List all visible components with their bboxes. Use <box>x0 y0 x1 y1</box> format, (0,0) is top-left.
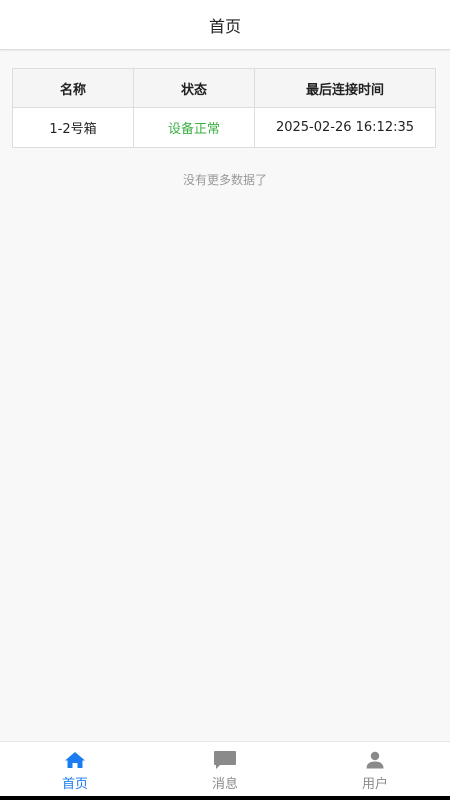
column-header-name: 名称 <box>13 69 134 108</box>
table-row[interactable]: 1-2号箱 设备正常 2025-02-26 16:12:35 <box>13 108 435 147</box>
tab-user[interactable]: 用户 <box>300 742 450 800</box>
table-header-row: 名称 状态 最后连接时间 <box>13 69 435 108</box>
cell-last-connect-time: 2025-02-26 16:12:35 <box>255 108 435 147</box>
message-icon <box>213 750 237 770</box>
tab-messages-label: 消息 <box>211 777 238 792</box>
column-header-status: 状态 <box>134 69 255 108</box>
bottom-tab-bar: 首页 消息 用户 <box>0 741 450 800</box>
tab-messages[interactable]: 消息 <box>150 742 300 800</box>
device-table: 名称 状态 最后连接时间 1-2号箱 设备正常 2025-02-26 16:12… <box>12 68 436 148</box>
top-nav-bar: 首页 <box>0 0 450 50</box>
system-bottom-edge <box>0 796 450 800</box>
tab-home-label: 首页 <box>61 777 88 792</box>
no-more-data-text: 没有更多数据了 <box>182 173 267 187</box>
page-title: 首页 <box>208 16 241 36</box>
tab-home[interactable]: 首页 <box>0 742 150 800</box>
cell-device-name: 1-2号箱 <box>13 108 134 147</box>
column-header-last-connect: 最后连接时间 <box>255 69 435 108</box>
tab-user-label: 用户 <box>361 777 388 792</box>
app-root: 首页 名称 状态 最后连接时间 1-2号箱 设备正常 2025-02-26 16… <box>0 0 450 800</box>
home-icon <box>63 750 87 770</box>
cell-device-status: 设备正常 <box>134 108 255 147</box>
user-icon <box>363 750 387 770</box>
